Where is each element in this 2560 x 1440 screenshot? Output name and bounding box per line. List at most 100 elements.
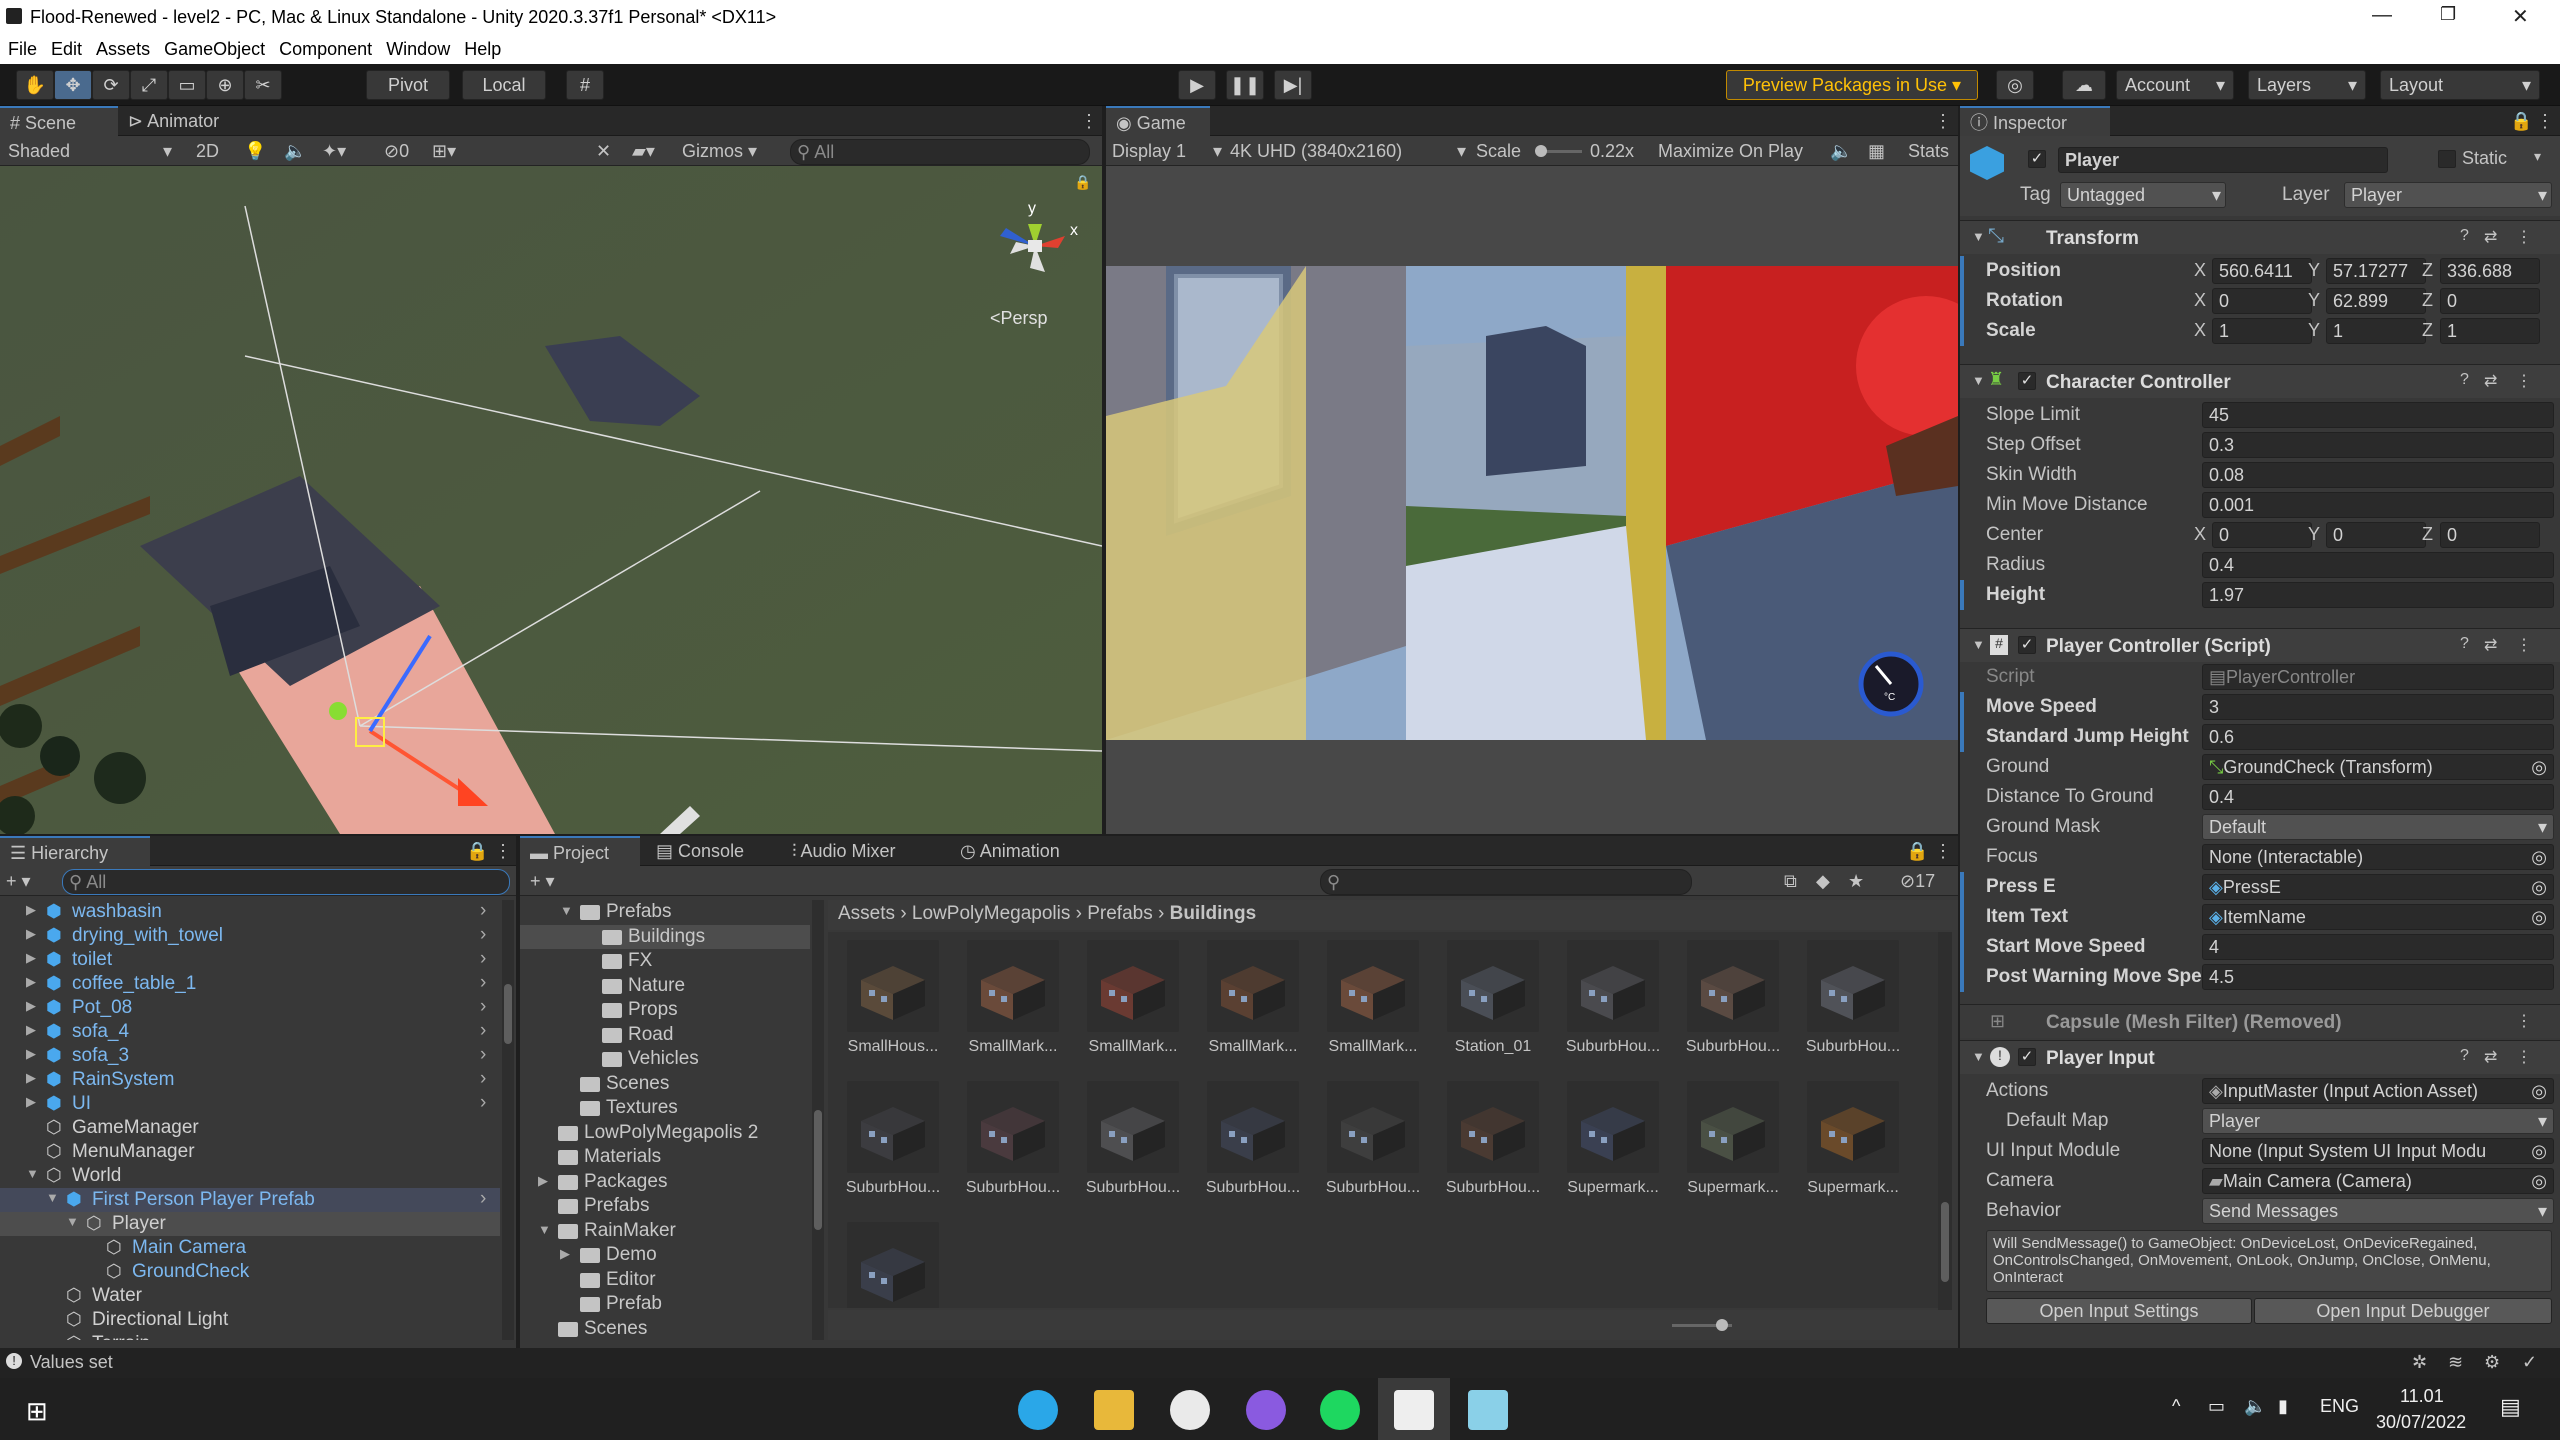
create-button[interactable]: + ▾ bbox=[6, 869, 31, 893]
object-picker-icon[interactable]: ◎ bbox=[2531, 875, 2547, 899]
dropdown-arrow-icon[interactable]: ▾ bbox=[2534, 148, 2541, 165]
preset-icon[interactable]: ⇄ bbox=[2484, 227, 2497, 247]
spotify-icon[interactable] bbox=[1320, 1390, 1360, 1430]
project-folder-item[interactable]: Scenes bbox=[520, 1072, 810, 1096]
component-menu-icon[interactable]: ⋮ bbox=[2516, 1011, 2532, 1031]
scene-search-input[interactable]: ⚲ All bbox=[790, 139, 1090, 165]
game-viewport[interactable]: °C bbox=[1106, 266, 1958, 740]
windows-start-icon[interactable]: ⊞ bbox=[26, 1396, 48, 1427]
tab-animator[interactable]: ⊳ Animator bbox=[118, 106, 229, 136]
hierarchy-search-input[interactable]: ⚲ All bbox=[62, 869, 510, 895]
pi-enabled-checkbox[interactable]: ✓ bbox=[2018, 1048, 2036, 1066]
pi-field-input[interactable]: ◈InputMaster (Input Action Asset) ◎ bbox=[2202, 1078, 2554, 1104]
project-folder-item[interactable]: Props bbox=[520, 998, 810, 1022]
tag-dropdown[interactable]: Untagged ▾ bbox=[2060, 182, 2226, 208]
project-folder-item[interactable]: ▼ Prefabs bbox=[520, 900, 810, 924]
foldout-arrow-icon[interactable]: ▼ bbox=[1972, 637, 1985, 652]
tab-project[interactable]: ▬ Project bbox=[520, 836, 640, 866]
project-folder-item[interactable]: Textures bbox=[520, 1096, 810, 1120]
asset-tile[interactable]: SuburbHou... bbox=[1678, 940, 1788, 1070]
project-folder-item[interactable]: Scenes bbox=[520, 1317, 810, 1341]
clock-time[interactable]: 11.01 bbox=[2400, 1386, 2444, 1407]
hidden-packages-toggle[interactable]: ⊘17 bbox=[1900, 869, 1935, 893]
maximize-on-play-toggle[interactable]: Maximize On Play bbox=[1658, 139, 1803, 163]
cc-field-input[interactable]: 0.001 bbox=[2202, 492, 2554, 518]
hierarchy-item[interactable]: ▼ ⬡ World bbox=[0, 1164, 500, 1188]
active-checkbox[interactable]: ✓ bbox=[2028, 150, 2046, 168]
cc-field-input[interactable]: 0.08 bbox=[2202, 462, 2554, 488]
shading-mode-dropdown[interactable]: Shaded ▾ bbox=[8, 139, 174, 163]
tab-scene[interactable]: # Scene bbox=[0, 106, 118, 136]
account-dropdown[interactable]: Account ▾ bbox=[2116, 70, 2234, 100]
chevron-right-icon[interactable]: › bbox=[480, 1188, 486, 1210]
chevron-right-icon[interactable]: › bbox=[480, 900, 486, 922]
foldout-arrow-icon[interactable]: ▼ bbox=[46, 1190, 59, 1205]
cc-enabled-checkbox[interactable]: ✓ bbox=[2018, 372, 2036, 390]
move-tool-button[interactable]: ✥ bbox=[54, 70, 92, 100]
foldout-arrow-icon[interactable]: ▶ bbox=[538, 1173, 548, 1189]
hierarchy-item[interactable]: ▶ ⬢ toilet › bbox=[0, 948, 500, 972]
preset-icon[interactable]: ⇄ bbox=[2484, 635, 2497, 655]
foldout-arrow-icon[interactable]: ▶ bbox=[26, 974, 36, 990]
pivot-toggle[interactable]: Pivot bbox=[366, 70, 450, 100]
object-picker-icon[interactable]: ◎ bbox=[2531, 1079, 2547, 1103]
pi-field-input[interactable]: None (Input System UI Input Modu ◎ bbox=[2202, 1138, 2554, 1164]
foldout-arrow-icon[interactable]: ▼ bbox=[66, 1214, 79, 1229]
layers-dropdown[interactable]: Layers ▾ bbox=[2248, 70, 2366, 100]
foldout-arrow-icon[interactable]: ▼ bbox=[1972, 373, 1985, 388]
effects-icon[interactable]: ✦▾ bbox=[322, 139, 346, 163]
layer-dropdown[interactable]: Player ▾ bbox=[2344, 182, 2552, 208]
chevron-right-icon[interactable]: › bbox=[480, 1044, 486, 1066]
foldout-arrow-icon[interactable]: ▼ bbox=[1972, 1049, 1985, 1064]
asset-tile[interactable]: SuburbHou... bbox=[1558, 940, 1668, 1070]
scale-slider[interactable] bbox=[1535, 145, 1582, 157]
notification-icon[interactable]: ▤ bbox=[2500, 1394, 2521, 1420]
open-input-debugger-button[interactable]: Open Input Debugger bbox=[2254, 1298, 2552, 1324]
auto-generate-lighting-icon[interactable]: ⚙ bbox=[2484, 1352, 2500, 1373]
audio-icon[interactable]: 🔈 bbox=[284, 139, 306, 163]
pi-field-input[interactable]: Send Messages ▾ bbox=[2202, 1198, 2554, 1224]
preset-icon[interactable]: ⇄ bbox=[2484, 371, 2497, 391]
step-button[interactable]: ▶| bbox=[1274, 70, 1312, 100]
center-x-field[interactable]: 0 bbox=[2212, 522, 2312, 548]
unity-hub-icon[interactable] bbox=[1170, 1390, 1210, 1430]
hierarchy-item[interactable]: ⬡ Terrain bbox=[0, 1332, 500, 1340]
component-menu-icon[interactable]: ⋮ bbox=[2516, 1047, 2532, 1067]
center-z-field[interactable]: 0 bbox=[2440, 522, 2540, 548]
object-picker-icon[interactable]: ◎ bbox=[2531, 1169, 2547, 1193]
hierarchy-item[interactable]: ▶ ⬢ drying_with_towel › bbox=[0, 924, 500, 948]
hierarchy-item[interactable]: ⬡ MenuManager bbox=[0, 1140, 500, 1164]
scene-viewport[interactable]: y x 🔒 <Persp bbox=[0, 166, 1102, 834]
capsule-header[interactable]: ⊞ Capsule (Mesh Filter) (Removed) ⋮ bbox=[1960, 1004, 2560, 1038]
rect-tool-button[interactable]: ▭ bbox=[168, 70, 206, 100]
cache-icon[interactable]: ≋ bbox=[2448, 1352, 2463, 1373]
foldout-arrow-icon[interactable]: ▼ bbox=[560, 903, 573, 918]
foldout-arrow-icon[interactable]: ▶ bbox=[26, 1094, 36, 1110]
project-folder-item[interactable]: Editor bbox=[520, 1268, 810, 1292]
foldout-arrow-icon[interactable]: ▶ bbox=[26, 1070, 36, 1086]
inspector-menu-icon[interactable]: ⋮ bbox=[2526, 106, 2560, 136]
play-button[interactable]: ▶ bbox=[1178, 70, 1216, 100]
scale-x-field[interactable]: 1 bbox=[2212, 318, 2312, 344]
scene-panel-menu-icon[interactable]: ⋮ bbox=[1070, 106, 1108, 136]
asset-tile[interactable]: SmallMark... bbox=[1078, 940, 1188, 1070]
search-by-label-icon[interactable]: ◆ bbox=[1816, 869, 1830, 893]
asset-tile[interactable]: SuburbHou... bbox=[1198, 1081, 1308, 1211]
hierarchy-item[interactable]: ⬡ GameManager bbox=[0, 1116, 500, 1140]
open-input-settings-button[interactable]: Open Input Settings bbox=[1986, 1298, 2252, 1324]
pause-button[interactable]: ❚❚ bbox=[1226, 70, 1264, 100]
project-folder-item[interactable]: ▼ RainMaker bbox=[520, 1219, 810, 1243]
local-toggle[interactable]: Local bbox=[462, 70, 546, 100]
foldout-arrow-icon[interactable]: ▶ bbox=[26, 998, 36, 1014]
battery-icon[interactable]: ▮ bbox=[2278, 1396, 2288, 1417]
preset-icon[interactable]: ⇄ bbox=[2484, 1047, 2497, 1067]
project-tree-scrollbar[interactable] bbox=[812, 900, 824, 1340]
menu-gameobject[interactable]: GameObject bbox=[164, 39, 265, 60]
pi-field-input[interactable]: Player ▾ bbox=[2202, 1108, 2554, 1134]
tab-console[interactable]: ▤ Console bbox=[646, 836, 754, 866]
asset-tile[interactable]: SuburbHou... bbox=[1438, 1081, 1548, 1211]
stats-icon[interactable]: ▦ bbox=[1868, 139, 1885, 163]
project-folder-item[interactable]: Buildings bbox=[520, 924, 810, 949]
hierarchy-item[interactable]: ▼ ⬡ Player bbox=[0, 1212, 500, 1236]
position-y-field[interactable]: 57.17277 bbox=[2326, 258, 2426, 284]
